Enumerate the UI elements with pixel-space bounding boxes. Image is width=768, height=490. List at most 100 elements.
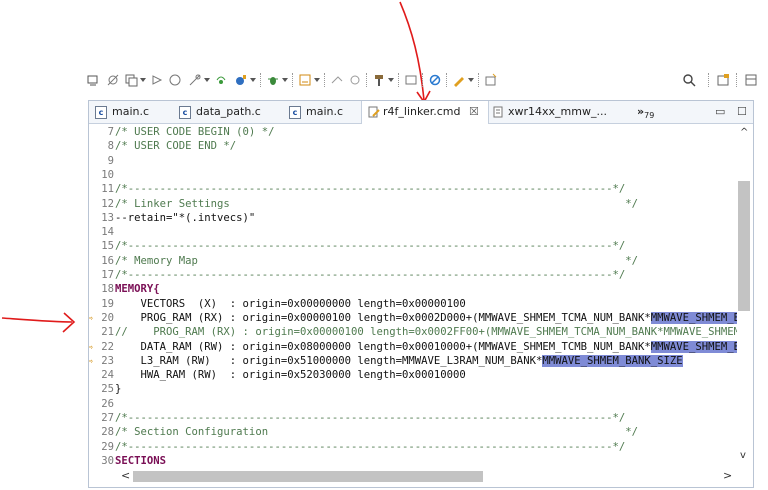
selection-highlight: MMWAVE_SHMEM_BANK_SIZE bbox=[542, 354, 683, 367]
line-number: 21 bbox=[101, 326, 114, 339]
skip-breakpoints-icon[interactable] bbox=[106, 73, 120, 87]
editor-tab-bar: c main.c c data_path.c c main.c r4f_linker.… bbox=[89, 101, 753, 124]
toolbar-separator bbox=[422, 73, 424, 87]
code-text: } bbox=[115, 383, 122, 396]
code-text: VECTORS (X) : origin=0x00000000 length=0… bbox=[115, 297, 466, 310]
run-icon[interactable] bbox=[214, 73, 228, 87]
doc-file-icon bbox=[493, 106, 503, 118]
scroll-up-arrow[interactable]: ^ bbox=[740, 127, 748, 138]
toolbar-separator bbox=[446, 73, 448, 87]
code-text: /* Memory Map */ bbox=[115, 254, 638, 267]
step-icon[interactable] bbox=[150, 73, 164, 87]
line-number: 17 bbox=[101, 269, 114, 281]
tab-data-path-c[interactable]: c data_path.c bbox=[179, 101, 261, 123]
line-number: 12 bbox=[101, 197, 114, 210]
line-number: 16 bbox=[101, 254, 114, 267]
line-number: 8 bbox=[107, 140, 114, 153]
hammer-icon[interactable] bbox=[372, 73, 386, 87]
toolbar-separator bbox=[398, 73, 400, 87]
line-number: 24 bbox=[101, 369, 114, 382]
code-text: L3_RAM (RW) : origin=0x51000000 length=M… bbox=[115, 354, 683, 367]
bug-icon[interactable] bbox=[266, 73, 280, 87]
close-tab-icon[interactable]: ☒ bbox=[469, 105, 479, 118]
code-text: HWA_RAM (RW) : origin=0x52030000 length=… bbox=[115, 369, 466, 382]
cmd-file-icon bbox=[368, 106, 380, 118]
line-number: 9 bbox=[107, 154, 114, 167]
filter-icon[interactable] bbox=[428, 73, 442, 87]
scroll-right-arrow[interactable]: > bbox=[723, 469, 732, 482]
toolbar-separator bbox=[478, 73, 480, 87]
code-text: /*--------------------------------------… bbox=[115, 440, 626, 453]
diff-marker-icon: ⇨ bbox=[89, 312, 94, 324]
line-number: 19 bbox=[101, 297, 114, 310]
line-number: 25 bbox=[101, 383, 114, 396]
code-text: /* Section Configuration */ bbox=[115, 426, 638, 439]
code-text: // PROG_RAM (RX) : origin=0x00000100 len… bbox=[115, 326, 737, 339]
selection-highlight: MMWAVE_SHMEM_BANK_SIZE) bbox=[650, 340, 737, 353]
line-number: 29 bbox=[101, 440, 114, 453]
chevron-down-icon[interactable] bbox=[140, 78, 146, 82]
window-icon[interactable] bbox=[404, 73, 418, 87]
refresh-icon[interactable] bbox=[348, 73, 362, 87]
line-number: 14 bbox=[101, 226, 114, 239]
line-number: 30 bbox=[101, 454, 114, 467]
line-number: 18 bbox=[101, 283, 114, 296]
chevron-down-icon[interactable] bbox=[250, 78, 256, 82]
tab-xwr14xx-mmw[interactable]: xwr14xx_mmw_... bbox=[493, 101, 607, 123]
code-text: /*--------------------------------------… bbox=[115, 269, 626, 281]
tab-main-c-2[interactable]: c main.c bbox=[289, 101, 343, 123]
debug-icon[interactable] bbox=[86, 73, 100, 87]
scroll-left-arrow[interactable]: < bbox=[121, 469, 130, 482]
code-text: MEMORY{ bbox=[115, 283, 160, 296]
perspective2-icon[interactable] bbox=[744, 73, 758, 87]
line-number: 13 bbox=[101, 211, 114, 224]
toolbar-separator bbox=[324, 73, 326, 87]
tab-overflow-button[interactable]: »79 bbox=[637, 101, 654, 123]
new-icon[interactable] bbox=[484, 73, 498, 87]
vertical-scroll-thumb[interactable] bbox=[738, 181, 750, 311]
tab-r4f-linker-cmd[interactable]: r4f_linker.cmd ☒ bbox=[361, 101, 489, 124]
code-text: /*--------------------------------------… bbox=[115, 412, 626, 424]
toolbar-separator bbox=[292, 73, 294, 87]
code-text: SECTIONS bbox=[115, 454, 167, 467]
toolbar-separator bbox=[366, 73, 368, 87]
format-icon[interactable] bbox=[298, 73, 312, 87]
c-file-icon: c bbox=[289, 105, 301, 119]
chevron-down-icon[interactable] bbox=[204, 78, 210, 82]
search-icon[interactable] bbox=[682, 73, 696, 87]
maximize-button[interactable]: ☐ bbox=[737, 101, 747, 123]
selection-highlight: MMWAVE_SHMEM_BANK_SIZE) bbox=[650, 311, 737, 324]
line-number: 7 bbox=[107, 126, 114, 138]
minimize-button[interactable]: ▭ bbox=[715, 101, 725, 123]
chevron-down-icon[interactable] bbox=[388, 78, 394, 82]
chevron-down-icon[interactable] bbox=[282, 78, 288, 82]
horizontal-scrollbar[interactable]: < > bbox=[89, 467, 737, 485]
code-text: /*--------------------------------------… bbox=[115, 183, 626, 196]
chevron-down-icon[interactable] bbox=[468, 78, 474, 82]
line-number: 15 bbox=[101, 240, 114, 253]
diff-marker-icon: ⇨ bbox=[89, 341, 94, 353]
toolbar-separator bbox=[736, 73, 738, 87]
code-area[interactable]: 7/* USER CODE BEGIN (0) */8/* USER CODE … bbox=[89, 125, 737, 467]
perspective-icon[interactable] bbox=[716, 73, 730, 87]
horizontal-scroll-thumb[interactable] bbox=[133, 471, 483, 482]
build-icon[interactable] bbox=[234, 73, 248, 87]
arrow-icon[interactable] bbox=[330, 73, 344, 87]
code-text: /* USER CODE END */ bbox=[115, 140, 237, 153]
code-text: --retain="*(.intvecs)" bbox=[115, 211, 256, 224]
code-text: /*--------------------------------------… bbox=[115, 240, 626, 253]
code-text: DATA_RAM (RW) : origin=0x08000000 length… bbox=[115, 340, 737, 354]
toolbar-separator bbox=[260, 73, 262, 87]
chevron-down-icon[interactable] bbox=[314, 78, 320, 82]
tab-main-c[interactable]: c main.c bbox=[95, 101, 149, 123]
copy-icon[interactable] bbox=[124, 73, 138, 87]
step2-icon[interactable] bbox=[168, 73, 182, 87]
scroll-down-arrow[interactable]: v bbox=[740, 450, 746, 461]
line-number: 27 bbox=[101, 412, 114, 424]
tools-icon[interactable] bbox=[188, 73, 202, 87]
pencil-icon[interactable] bbox=[452, 73, 466, 87]
line-number: 26 bbox=[101, 397, 114, 410]
toolbar-separator bbox=[708, 73, 710, 87]
left-arrow-stroke bbox=[1, 317, 73, 323]
vertical-scrollbar[interactable]: ^ v bbox=[737, 125, 752, 467]
